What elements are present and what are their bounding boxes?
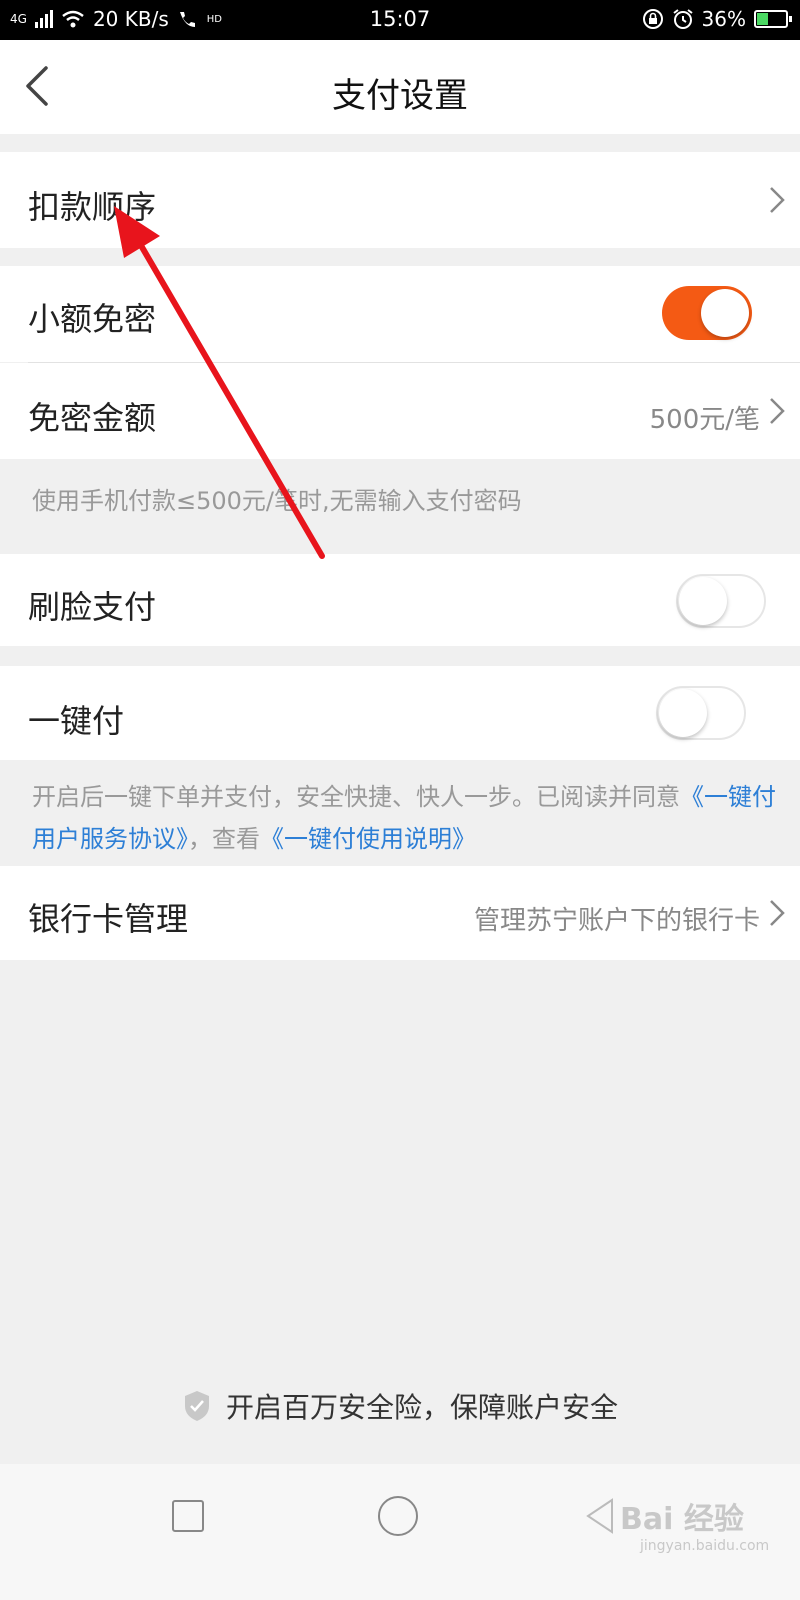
chevron-right-icon — [770, 900, 785, 926]
row-face-pay: 刷脸支付 — [0, 554, 800, 646]
shield-icon — [184, 1391, 209, 1421]
one-click-note-text: 开启后一键下单并支付，安全快捷、快人一步。已阅读并同意 — [32, 783, 680, 811]
insurance-banner[interactable]: 开启百万安全险，保障账户安全 — [0, 1386, 800, 1426]
one-click-label: 一键付 — [28, 702, 125, 740]
one-click-toggle[interactable] — [656, 686, 746, 740]
free-amount-label: 免密金额 — [28, 399, 157, 437]
chevron-right-icon — [770, 398, 785, 424]
face-pay-label: 刷脸支付 — [28, 588, 157, 626]
row-small-free: 小额免密 — [0, 266, 800, 362]
watermark-url: jingyan.baidu.com — [640, 1538, 770, 1554]
status-right: 36% — [642, 7, 792, 31]
battery-percent: 36% — [701, 7, 746, 31]
row-bank-card[interactable]: 银行卡管理 管理苏宁账户下的银行卡 — [0, 866, 800, 960]
back-triangle-icon[interactable] — [582, 1496, 618, 1536]
chevron-right-icon — [770, 187, 785, 213]
row-one-click: 一键付 — [0, 666, 800, 760]
alarm-icon — [672, 9, 693, 29]
small-free-label: 小额免密 — [28, 300, 157, 338]
lock-rotation-icon — [642, 9, 663, 29]
insurance-text: 开启百万安全险，保障账户安全 — [225, 1391, 618, 1424]
face-pay-toggle[interactable] — [676, 574, 766, 628]
bank-card-value: 管理苏宁账户下的银行卡 — [473, 906, 760, 936]
recent-apps-button[interactable] — [172, 1500, 204, 1532]
toggle-knob — [679, 577, 727, 625]
toggle-knob — [701, 289, 749, 337]
row-deduct-order[interactable]: 扣款顺序 — [0, 152, 800, 248]
free-amount-note: 使用手机付款≤500元/笔时,无需输入支付密码 — [32, 487, 522, 515]
watermark-logo: Bai 经验 — [620, 1502, 744, 1537]
small-free-toggle[interactable] — [662, 286, 752, 340]
deduct-order-label: 扣款顺序 — [28, 188, 157, 226]
bank-card-label: 银行卡管理 — [28, 900, 189, 938]
free-amount-value: 500元/笔 — [649, 405, 760, 435]
status-bar: 4G 20 KB/s HD 15:07 36% — [0, 0, 800, 40]
battery-icon — [754, 10, 792, 28]
one-click-guide-link[interactable]: 《一键付使用说明》 — [260, 825, 476, 853]
header: 支付设置 — [0, 40, 800, 134]
one-click-note: 开启后一键下单并支付，安全快捷、快人一步。已阅读并同意《一键付用户服务协议》，查… — [32, 776, 776, 860]
one-click-note-middle: ，查看 — [188, 825, 260, 853]
home-button[interactable] — [378, 1496, 418, 1536]
toggle-knob — [659, 689, 707, 737]
page-title: 支付设置 — [332, 76, 468, 116]
row-free-amount[interactable]: 免密金额 500元/笔 — [0, 363, 800, 459]
